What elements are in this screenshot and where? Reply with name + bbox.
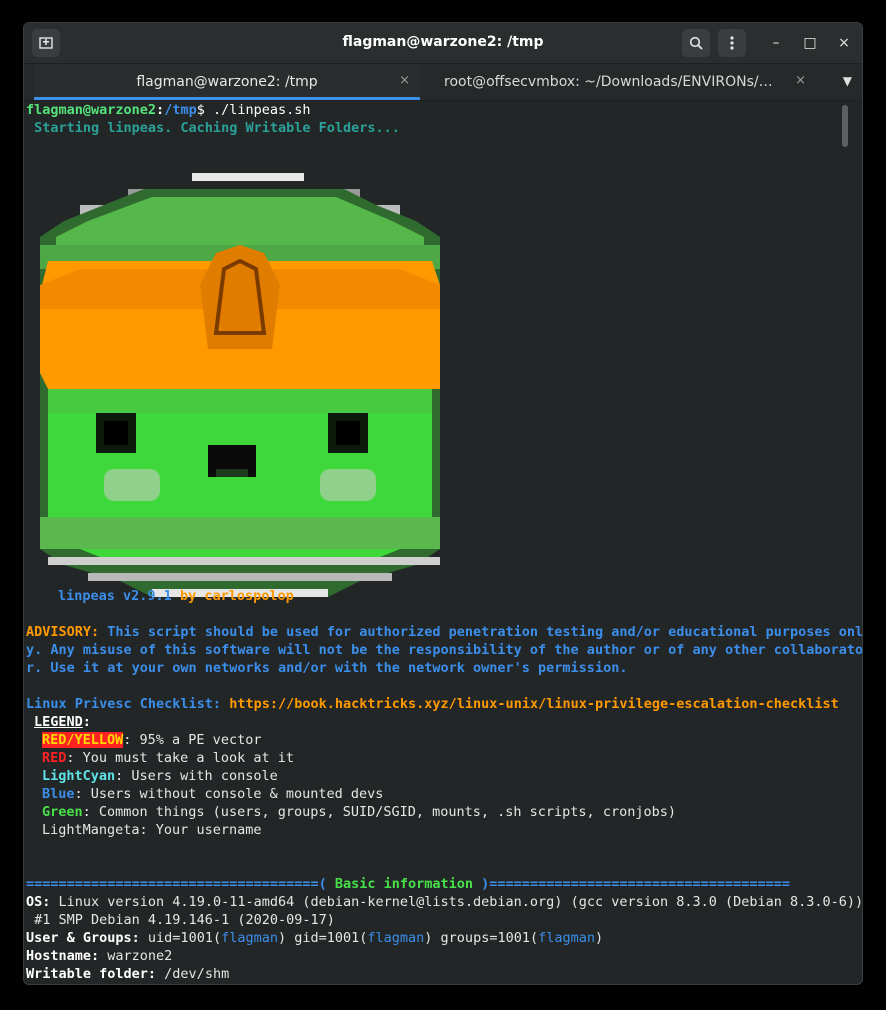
close-tab-icon[interactable]: × (399, 73, 410, 88)
terminal-window: flagman@warzone2: /tmp – □ × flagman@war… (23, 22, 863, 985)
tab-label: flagman@warzone2: /tmp (136, 74, 318, 90)
legend-text: : 95% a PE vector (123, 732, 262, 748)
os-value: Linux version 4.19.0-11-amd64 (debian-ke… (50, 894, 863, 910)
prompt-path: /tmp (164, 102, 197, 118)
writable-folder-value: /dev/shm (156, 966, 230, 982)
checklist-url[interactable]: https://book.hacktricks.xyz/linux-unix/l… (229, 696, 839, 712)
tab-flagman[interactable]: flagman@warzone2: /tmp × (34, 64, 420, 100)
prompt-line: flagman@warzone2:/tmp$ ./linpeas.sh (26, 101, 311, 119)
starting-message: Starting linpeas. Caching Writable Folde… (26, 120, 400, 136)
minimize-button[interactable]: – (762, 29, 790, 57)
legend-key-blue: Blue (42, 786, 75, 802)
section-title: Basic information (326, 876, 482, 892)
tab-root-offsecvmbox[interactable]: root@offsecvmbox: ~/Downloads/ENVIRONs/L… (420, 64, 816, 100)
os-label: OS: (26, 894, 51, 910)
checklist-line: Linux Privesc Checklist: https://book.ha… (26, 695, 839, 713)
advisory-label: ADVISORY: (26, 624, 100, 640)
advisory-line-1: ADVISORY: This script should be used for… (26, 623, 863, 641)
legend-key-red: RED (42, 750, 67, 766)
author-text: carlospolop (204, 588, 294, 604)
advisory-line-3: r. Use it at your own networks and/or wi… (26, 660, 628, 676)
legend-item: LightMangeta: Your username (42, 821, 261, 839)
legend-text: : Your username (139, 822, 262, 838)
version-text: linpeas v2.9.1 (58, 588, 172, 604)
legend-text: : You must take a look at it (66, 750, 294, 766)
writable-folder-label: Writable folder: (26, 966, 157, 982)
section-rule-right: )===================================== (481, 876, 791, 892)
close-tab-icon[interactable]: × (795, 73, 806, 88)
ug-text: ) (595, 930, 604, 946)
title-bar: flagman@warzone2: /tmp – □ × (24, 23, 862, 64)
legend-item: RED/YELLOW: 95% a PE vector (42, 731, 261, 749)
legend-title: LEGEND (34, 714, 83, 730)
maximize-button[interactable]: □ (796, 29, 824, 57)
hostname-line: Hostname: warzone2 (26, 947, 172, 965)
section-header: ====================================( Ba… (26, 875, 790, 893)
user-groups-label: User & Groups: (26, 930, 140, 946)
tab-bar: flagman@warzone2: /tmp × root@offsecvmbo… (24, 64, 862, 101)
legend-key-lightcyan: LightCyan (42, 768, 116, 784)
by-text: by (179, 588, 197, 604)
tab-label: root@offsecvmbox: ~/Downloads/ENVIRONs/L… (444, 74, 776, 90)
close-window-button[interactable]: × (830, 29, 858, 57)
username-highlight: flagman (221, 930, 278, 946)
legend-key-lightmangeta: LightMangeta (42, 822, 140, 838)
user-groups-line: User & Groups: uid=1001(flagman) gid=100… (26, 929, 603, 947)
linpeas-logo (40, 173, 440, 610)
prompt-command: $ ./linpeas.sh (196, 102, 311, 118)
legend-key-green: Green (42, 804, 83, 820)
legend-title-line: LEGEND: (34, 713, 91, 731)
tab-list-dropdown-icon[interactable]: ▼ (843, 74, 852, 88)
terminal-output[interactable]: flagman@warzone2:/tmp$ ./linpeas.sh Star… (24, 101, 862, 984)
ug-text: ) gid=1001( (277, 930, 368, 946)
writable-folder-line: Writable folder: /dev/shm (26, 965, 229, 983)
scrollbar-thumb[interactable] (842, 105, 848, 147)
os-line-2: #1 SMP Debian 4.19.146-1 (2020-09-17) (26, 912, 335, 928)
legend-key-red-yellow: RED/YELLOW (42, 732, 124, 748)
checklist-label: Linux Privesc Checklist: (26, 696, 222, 712)
hostname-label: Hostname: (26, 948, 100, 964)
legend-item: RED: You must take a look at it (42, 749, 294, 767)
os-line: OS: Linux version 4.19.0-11-amd64 (debia… (26, 893, 863, 911)
active-tab-indicator (34, 97, 420, 100)
ug-text: uid=1001( (139, 930, 222, 946)
legend-text: : Common things (users, groups, SUID/SGI… (82, 804, 676, 820)
prompt-user: flagman@warzone2 (26, 102, 157, 118)
kebab-menu-icon[interactable] (718, 29, 746, 57)
legend-item: Green: Common things (users, groups, SUI… (42, 803, 676, 821)
hostname-value: warzone2 (99, 948, 173, 964)
legend-text: : Users with console (115, 768, 278, 784)
version-line: linpeas v2.9.1 by carlospolop (58, 587, 294, 605)
section-rule-left: ====================================( (26, 876, 327, 892)
legend-item: Blue: Users without console & mounted de… (42, 785, 383, 803)
ug-text: ) groups=1001( (424, 930, 539, 946)
username-highlight: flagman (367, 930, 425, 946)
legend-item: LightCyan: Users with console (42, 767, 278, 785)
search-icon[interactable] (682, 29, 710, 57)
username-highlight: flagman (538, 930, 595, 946)
legend-text: : Users without console & mounted devs (74, 786, 384, 802)
prompt-separator: : (156, 102, 165, 118)
legend-colon: : (82, 714, 91, 730)
advisory-line-2: y. Any misuse of this software will not … (26, 642, 863, 658)
advisory-text-1: This script should be used for authorize… (99, 624, 863, 640)
